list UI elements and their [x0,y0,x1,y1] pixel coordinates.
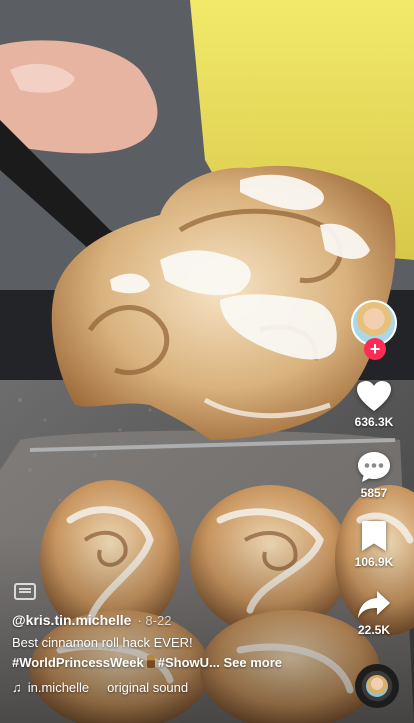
share-button[interactable]: 22.5K [334,590,414,637]
author-line: @kris.tin.michelle · 8-22 [12,612,332,628]
save-button[interactable]: 106.9K [334,520,414,569]
share-arrow-icon[interactable] [357,590,391,620]
closed-captions-icon[interactable] [14,583,36,600]
see-more-button[interactable]: See more [224,655,283,670]
heart-icon[interactable] [356,380,392,412]
author-username[interactable]: @kris.tin.michelle [12,612,131,628]
comment-count: 5857 [360,486,388,500]
plus-icon[interactable]: + [364,338,386,360]
hashtag-world-princess-week[interactable]: #WorldPrincessWeek [12,655,144,670]
like-count: 636.3K [354,415,394,429]
action-rail: + 636.3K 5857 106.9K 22.5K [334,0,414,723]
comment-button[interactable]: 5857 [334,451,414,500]
caption-text: Best cinnamon roll hack EVER! [12,635,193,650]
sound-line[interactable]: ♫ in.michelle original sound [12,680,332,695]
comment-icon[interactable] [357,451,391,483]
creator-avatar-button[interactable]: + [351,300,401,360]
princess-emoji-icon [146,655,155,668]
post-info: @kris.tin.michelle · 8-22 Best cinnamon r… [12,612,332,695]
post-date: · 8-22 [137,613,172,628]
share-count: 22.5K [357,623,391,637]
video-feed-screen: + 636.3K 5857 106.9K 22.5K @kris.tin.mic… [0,0,414,723]
sound-disc-art [366,675,388,697]
bookmark-icon[interactable] [361,520,387,552]
sound-title[interactable]: original sound [107,680,188,695]
sound-author[interactable]: in.michelle [28,680,89,695]
save-count: 106.9K [354,555,394,569]
music-note-icon: ♫ [12,680,22,695]
hashtag-show-u[interactable]: #ShowU... [158,655,220,670]
hashtag-line: #WorldPrincessWeek #ShowU... See more [12,655,332,670]
sound-disc-button[interactable] [355,664,399,708]
like-button[interactable]: 636.3K [334,380,414,429]
